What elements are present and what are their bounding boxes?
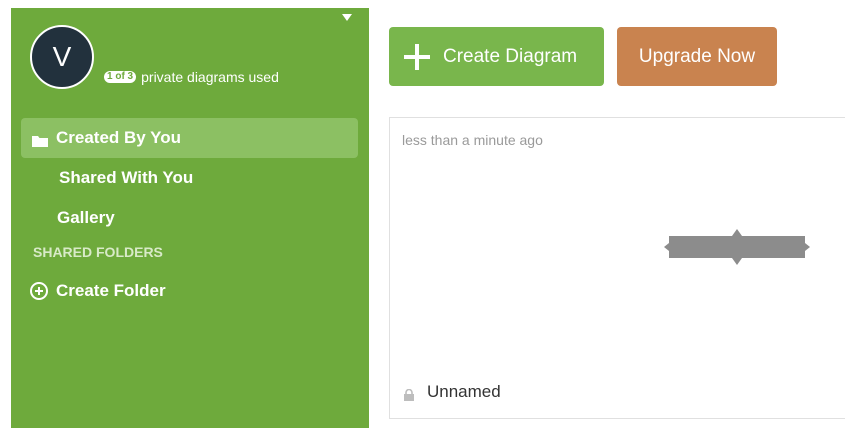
folder-icon	[32, 132, 48, 147]
account-menu-caret-icon[interactable]	[342, 14, 352, 21]
plus-icon	[404, 43, 430, 70]
diagram-timestamp: less than a minute ago	[402, 132, 543, 148]
create-folder-button[interactable]: Create Folder	[30, 279, 166, 303]
diagram-footer: Unnamed	[404, 382, 501, 402]
usage-indicator: 1 of 3 private diagrams used	[104, 69, 279, 85]
create-diagram-button[interactable]: Create Diagram	[389, 27, 604, 86]
usage-badge: 1 of 3	[104, 71, 137, 83]
avatar[interactable]: V	[30, 25, 94, 89]
diagram-card[interactable]: less than a minute ago Unnamed	[389, 117, 845, 419]
sidebar-item-created-by-you[interactable]: Created By You	[21, 118, 358, 158]
plus-circle-icon	[30, 282, 48, 300]
diagram-name[interactable]: Unnamed	[427, 382, 501, 402]
sidebar: V 1 of 3 private diagrams used Created B…	[11, 8, 369, 428]
create-diagram-label: Create Diagram	[443, 45, 578, 67]
lock-icon	[404, 386, 414, 401]
sidebar-item-shared-with-you[interactable]: Shared With You	[59, 166, 193, 190]
sidebar-item-label: Shared With You	[59, 168, 194, 187]
sidebar-item-gallery[interactable]: Gallery	[57, 206, 115, 230]
upgrade-now-button[interactable]: Upgrade Now	[617, 27, 777, 86]
upgrade-now-label: Upgrade Now	[638, 45, 756, 67]
shared-folders-heading: SHARED FOLDERS	[33, 244, 163, 260]
sidebar-item-label: Gallery	[57, 208, 115, 227]
sidebar-item-label: Created By You	[56, 128, 182, 147]
diagram-thumbnail	[664, 229, 810, 265]
create-folder-label: Create Folder	[56, 281, 166, 300]
usage-text: private diagrams used	[141, 69, 279, 85]
